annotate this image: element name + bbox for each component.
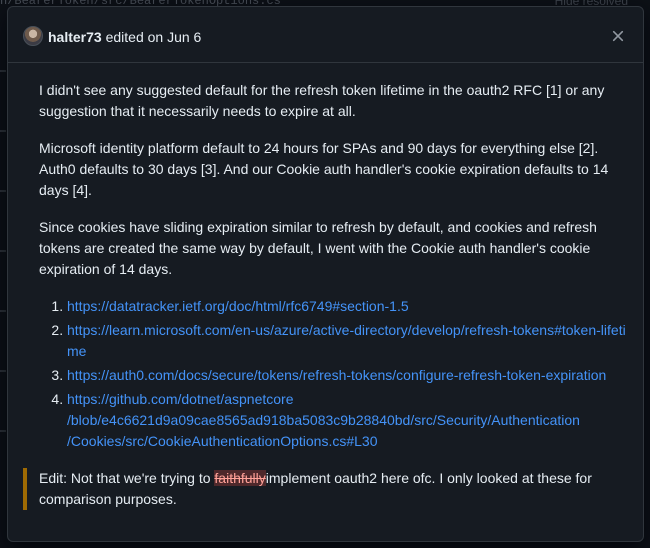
edit-history-dialog: halter73 edited on Jun 6 I didn't see an… — [7, 6, 644, 542]
background-line — [0, 250, 6, 252]
close-icon — [612, 30, 624, 42]
edit-info: halter73 edited on Jun 6 — [48, 28, 201, 46]
comment-body: I didn't see any suggested default for t… — [23, 80, 629, 510]
reference-link-auth0[interactable]: https://auth0.com/docs/secure/tokens/ref… — [67, 367, 606, 383]
background-line — [0, 130, 6, 132]
reference-item: https://datatracker.ietf.org/doc/html/rf… — [67, 296, 629, 317]
background-line — [0, 310, 6, 312]
paragraph-decision: Since cookies have sliding expiration si… — [39, 219, 597, 277]
background-line — [0, 190, 6, 192]
link-line: /blob/e4c6621d9a09cae8565ad918ba5083c9b2… — [67, 412, 580, 428]
background-line — [0, 70, 6, 72]
edit-note-prefix: Edit: Not that we're trying to — [39, 470, 215, 486]
author-name[interactable]: halter73 — [48, 29, 102, 45]
edited-date-text: edited on Jun 6 — [101, 29, 202, 45]
reference-item: https://github.com/dotnet/aspnetcore/blo… — [67, 389, 629, 452]
reference-link-rfc[interactable]: https://datatracker.ietf.org/doc/html/rf… — [67, 298, 409, 314]
paragraph-rfc: I didn't see any suggested default for t… — [39, 82, 605, 119]
link-line: https://github.com/dotnet/aspnetcore — [67, 391, 294, 407]
reference-link-github[interactable]: https://github.com/dotnet/aspnetcore/blo… — [67, 391, 580, 449]
struck-word: faithfully — [214, 470, 266, 486]
paragraph-defaults: Microsoft identity platform default to 2… — [39, 140, 609, 198]
dialog-header: halter73 edited on Jun 6 — [8, 7, 643, 63]
reference-list: https://datatracker.ietf.org/doc/html/rf… — [39, 296, 629, 452]
reference-link-microsoft[interactable]: https://learn.microsoft.com/en-us/azure/… — [67, 322, 626, 359]
background-line — [0, 370, 6, 372]
reference-item: https://auth0.com/docs/secure/tokens/ref… — [67, 365, 629, 386]
author-avatar[interactable] — [23, 26, 43, 46]
link-line: /Cookies/src/CookieAuthenticationOptions… — [67, 433, 378, 449]
edit-note-quote: Edit: Not that we're trying to faithfull… — [23, 468, 629, 510]
background-line — [0, 430, 6, 432]
reference-item: https://learn.microsoft.com/en-us/azure/… — [67, 320, 629, 362]
close-button[interactable] — [607, 25, 629, 47]
